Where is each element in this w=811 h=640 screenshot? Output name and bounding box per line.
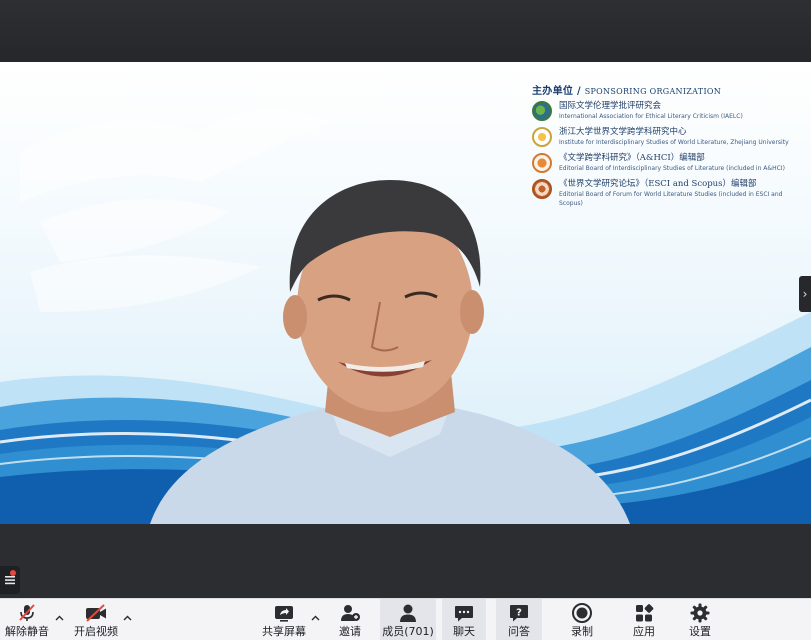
participant-list-toggle[interactable] (0, 566, 20, 594)
apps-button[interactable]: 应用 (622, 599, 666, 640)
org-name-cn: 国际文学伦理学批评研究会 (559, 101, 662, 111)
sponsor-heading-en: SPONSORING ORGANIZATION (584, 87, 722, 96)
org-row: 国际文学伦理学批评研究会 International Association f… (532, 101, 807, 127)
org-name-en: Editorial Board of Forum for World Liter… (559, 191, 783, 207)
org-name-cn: 浙江大学世界文学跨学科研究中心 (559, 127, 687, 137)
chat-button[interactable]: 聊天 (442, 599, 486, 640)
svg-text:?: ? (516, 608, 522, 619)
iaelc-logo-icon (532, 101, 552, 121)
gear-icon (690, 603, 710, 623)
mic-muted-icon (19, 604, 35, 621)
chevron-up-icon (123, 615, 131, 621)
org-name-cn: 《世界文学研究论坛》（ESCI and Scopus）编辑部 (559, 179, 757, 189)
video-off-icon (86, 604, 106, 622)
chevron-up-icon (311, 615, 319, 621)
chevron-up-icon (55, 615, 63, 621)
settings-button[interactable]: 设置 (678, 599, 722, 640)
sponsor-heading: 主办单位 / SPONSORING ORGANIZATION (532, 82, 807, 97)
notification-dot (10, 570, 16, 576)
org-name-en: Editorial Board of Interdisciplinary Stu… (559, 165, 785, 172)
org-name-en: Institute for Interdisciplinary Studies … (559, 139, 789, 146)
video-options-caret[interactable] (122, 613, 132, 623)
record-button[interactable]: 录制 (560, 599, 604, 640)
settings-label: 设置 (689, 625, 711, 638)
start-video-label: 开启视频 (74, 625, 118, 638)
share-screen-icon (275, 606, 293, 622)
chat-label: 聊天 (453, 625, 475, 638)
qa-icon: ? (510, 605, 528, 622)
journal-isl-logo-icon (532, 153, 552, 173)
record-label: 录制 (571, 625, 593, 638)
org-name-cn: 《文学跨学科研究》（A&HCI）编辑部 (559, 153, 705, 163)
org-name-en: International Association for Ethical Li… (559, 113, 743, 120)
journal-fwls-logo-icon (532, 179, 552, 199)
invite-button[interactable]: 邀请 (330, 599, 370, 640)
record-icon (572, 603, 592, 623)
apps-icon (636, 604, 654, 622)
members-button[interactable]: 成员(701) (380, 599, 436, 640)
apps-label: 应用 (633, 625, 655, 638)
invite-label: 邀请 (339, 625, 361, 638)
org-row: 《世界文学研究论坛》（ESCI and Scopus）编辑部 Editorial… (532, 179, 807, 207)
zju-institute-logo-icon (532, 127, 552, 147)
org-row: 《文学跨学科研究》（A&HCI）编辑部 Editorial Board of I… (532, 153, 807, 179)
meeting-toolbar: 解除静音 开启视频 共享屏幕 邀请 成员(701) 聊天 ? 问答 录制 应用 … (0, 598, 811, 640)
start-video-button[interactable]: 开启视频 (72, 599, 120, 640)
members-icon (400, 604, 416, 622)
add-person-icon (341, 605, 360, 621)
sponsor-heading-cn: 主办单位 (532, 86, 574, 97)
sponsor-panel: 主办单位 / SPONSORING ORGANIZATION 国际文学伦理学批评… (532, 82, 807, 207)
qa-button[interactable]: ? 问答 (496, 599, 542, 640)
next-page-arrow-icon[interactable]: › (799, 276, 811, 312)
chat-icon (455, 606, 473, 622)
audio-options-caret[interactable] (54, 613, 64, 623)
unmute-button[interactable]: 解除静音 (4, 599, 50, 640)
org-row: 浙江大学世界文学跨学科研究中心 Institute for Interdisci… (532, 127, 807, 153)
list-icon (5, 576, 15, 585)
share-screen-button[interactable]: 共享屏幕 (260, 599, 308, 640)
qa-label: 问答 (508, 625, 530, 638)
unmute-label: 解除静音 (5, 625, 49, 638)
members-label: 成员(701) (382, 625, 434, 638)
video-bottom-strip (0, 524, 811, 602)
video-feed: 主办单位 / SPONSORING ORGANIZATION 国际文学伦理学批评… (0, 62, 811, 524)
sponsor-heading-separator: / (573, 86, 585, 97)
share-screen-label: 共享屏幕 (262, 625, 306, 638)
share-options-caret[interactable] (310, 613, 320, 623)
top-bar (0, 0, 811, 62)
